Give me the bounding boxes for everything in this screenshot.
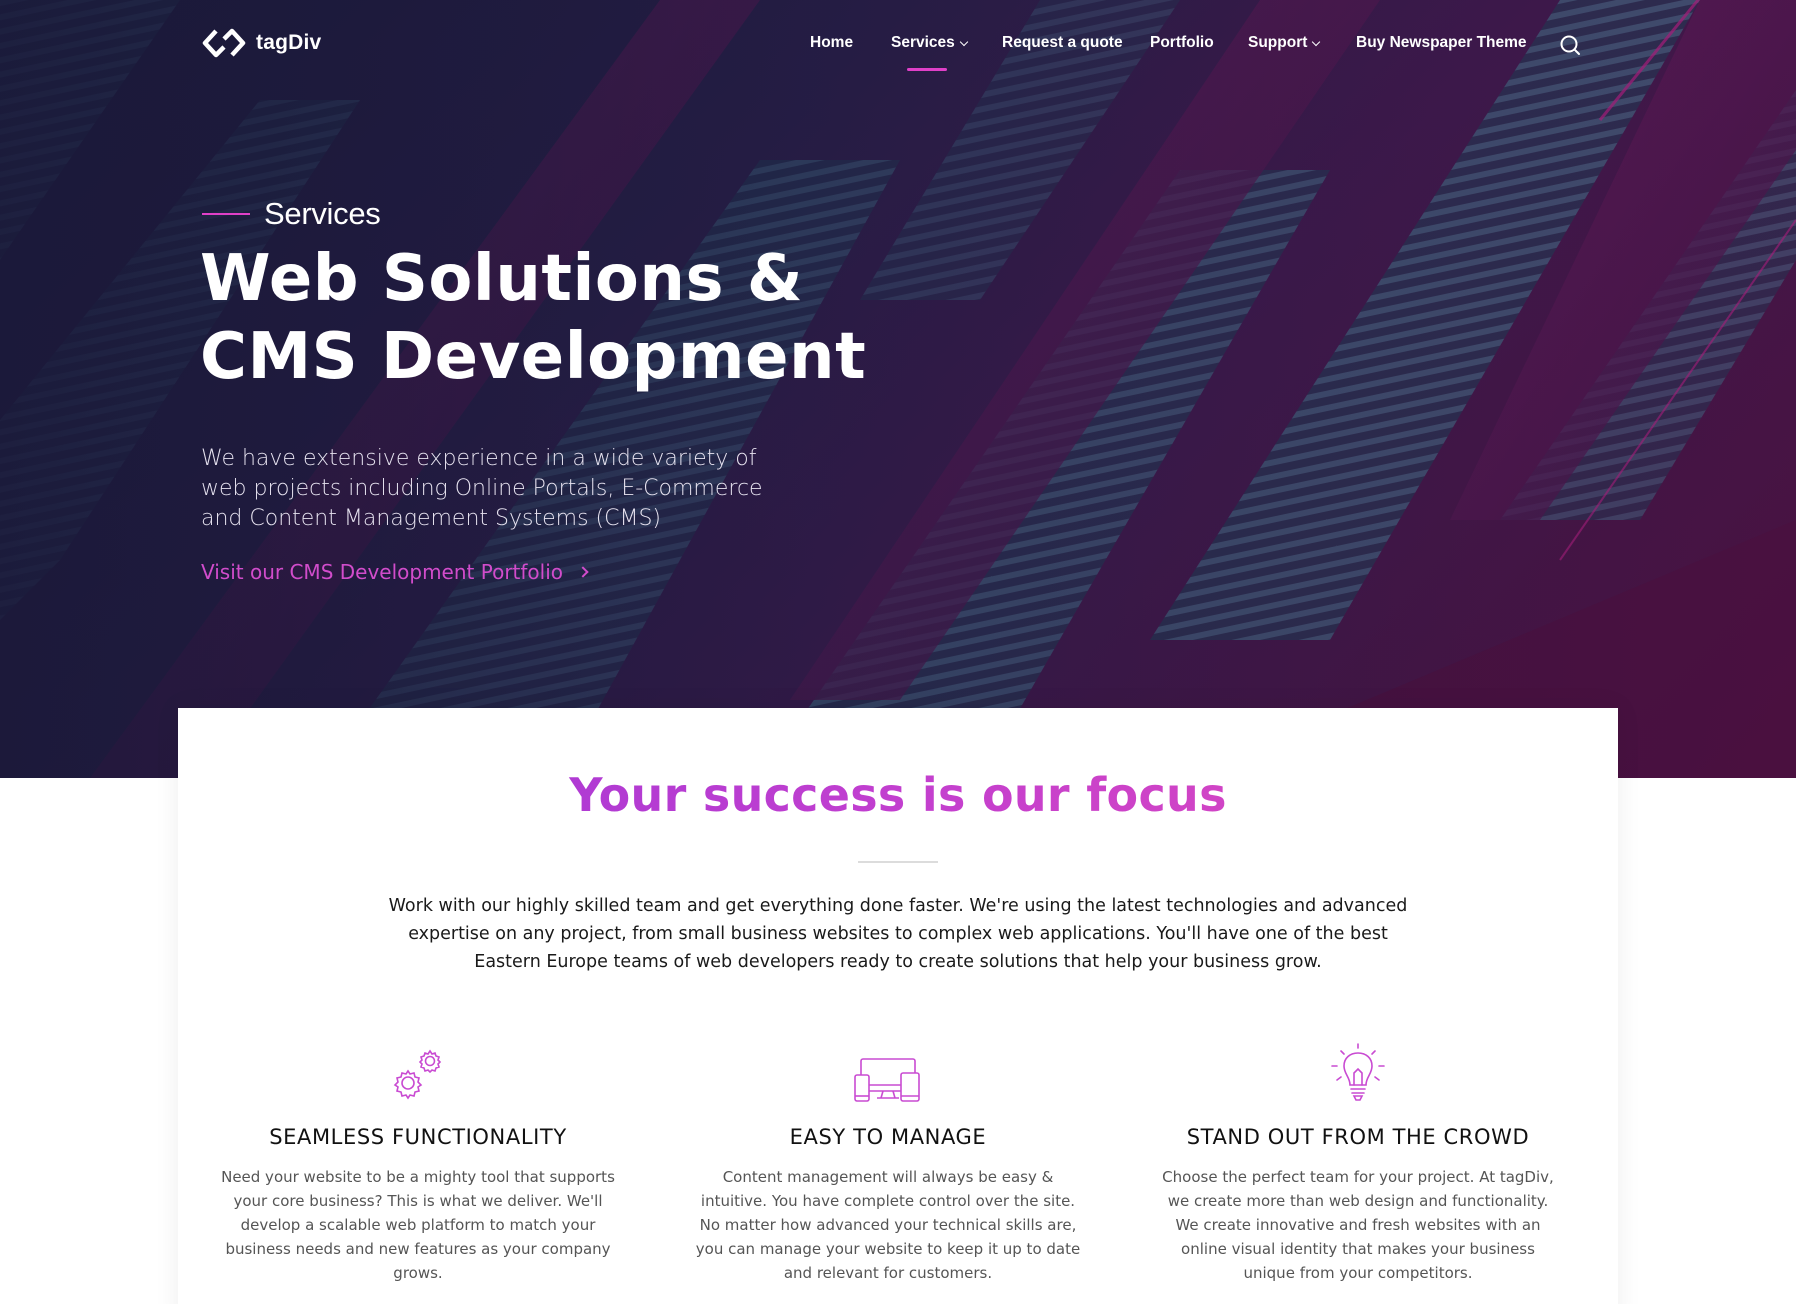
feature-description: Choose the perfect team for your project… [1162,1168,1554,1282]
main-menu: Home Services Request a quote Portfolio … [0,34,1796,64]
hero-description: We have extensive experience in a wide v… [201,446,763,531]
feature-icon-wrapper [208,1043,628,1105]
title-divider [858,861,938,863]
kicker-accent-line [202,213,250,215]
nav-item-label: Services [891,34,955,51]
portfolio-link-label: Visit our CMS Development Portfolio [201,560,564,584]
feature-easy-to-manage: EASY TO MANAGE Content management will a… [678,1043,1098,1285]
top-navbar: tagDiv Home Services Request a quote Por… [0,0,1796,90]
nav-item-label: Buy Newspaper Theme [1356,34,1527,51]
chevron-down-icon [1312,37,1321,46]
hero-title-line-2: CMS Development [200,320,867,394]
nav-item-services[interactable]: Services [891,34,969,52]
portfolio-link[interactable]: Visit our CMS Development Portfolio [201,560,589,584]
nav-item-label: Request a quote [1002,34,1123,51]
chevron-down-icon [959,37,969,46]
feature-icon-wrapper [1148,1043,1568,1105]
active-nav-indicator [907,68,947,71]
focus-card: Your success is our focus Work with our … [178,708,1618,1304]
hero-kicker-text: Services [264,196,381,231]
feature-title: SEAMLESS FUNCTIONALITY [269,1125,567,1149]
hero-kicker: Services [202,196,381,232]
feature-description: Need your website to be a mighty tool th… [221,1168,615,1282]
hero-title: Web Solutions & CMS Development [200,240,900,396]
search-icon [1560,35,1580,55]
hero-title-line-1: Web Solutions & [200,242,804,316]
focus-description: Work with our highly skilled team and ge… [388,896,1408,972]
gears-icon [393,1049,442,1100]
nav-item-label: Support [1248,34,1308,51]
nav-item-request-quote[interactable]: Request a quote [1002,34,1123,52]
feature-stand-out: STAND OUT FROM THE CROWD Choose the perf… [1148,1043,1568,1285]
nav-item-label: Home [810,34,854,51]
nav-item-label: Portfolio [1150,34,1214,51]
chevron-right-icon [577,566,589,578]
focus-title: Your success is our focus [178,768,1618,822]
feature-icon-wrapper [678,1043,1098,1105]
feature-seamless-functionality: SEAMLESS FUNCTIONALITY Need your website… [208,1043,628,1285]
hero-section: tagDiv Home Services Request a quote Por… [0,0,1796,778]
devices-icon [854,1058,920,1102]
feature-title: STAND OUT FROM THE CROWD [1186,1125,1530,1149]
nav-item-support[interactable]: Support [1248,34,1321,52]
feature-title: EASY TO MANAGE [789,1125,987,1149]
nav-item-buy-newspaper-theme[interactable]: Buy Newspaper Theme [1356,34,1527,52]
lightbulb-icon [1331,1043,1385,1101]
nav-item-home[interactable]: Home [810,34,853,52]
nav-item-portfolio[interactable]: Portfolio [1150,34,1214,52]
feature-description: Content management will always be easy &… [695,1168,1081,1282]
search-button[interactable] [1559,34,1581,56]
